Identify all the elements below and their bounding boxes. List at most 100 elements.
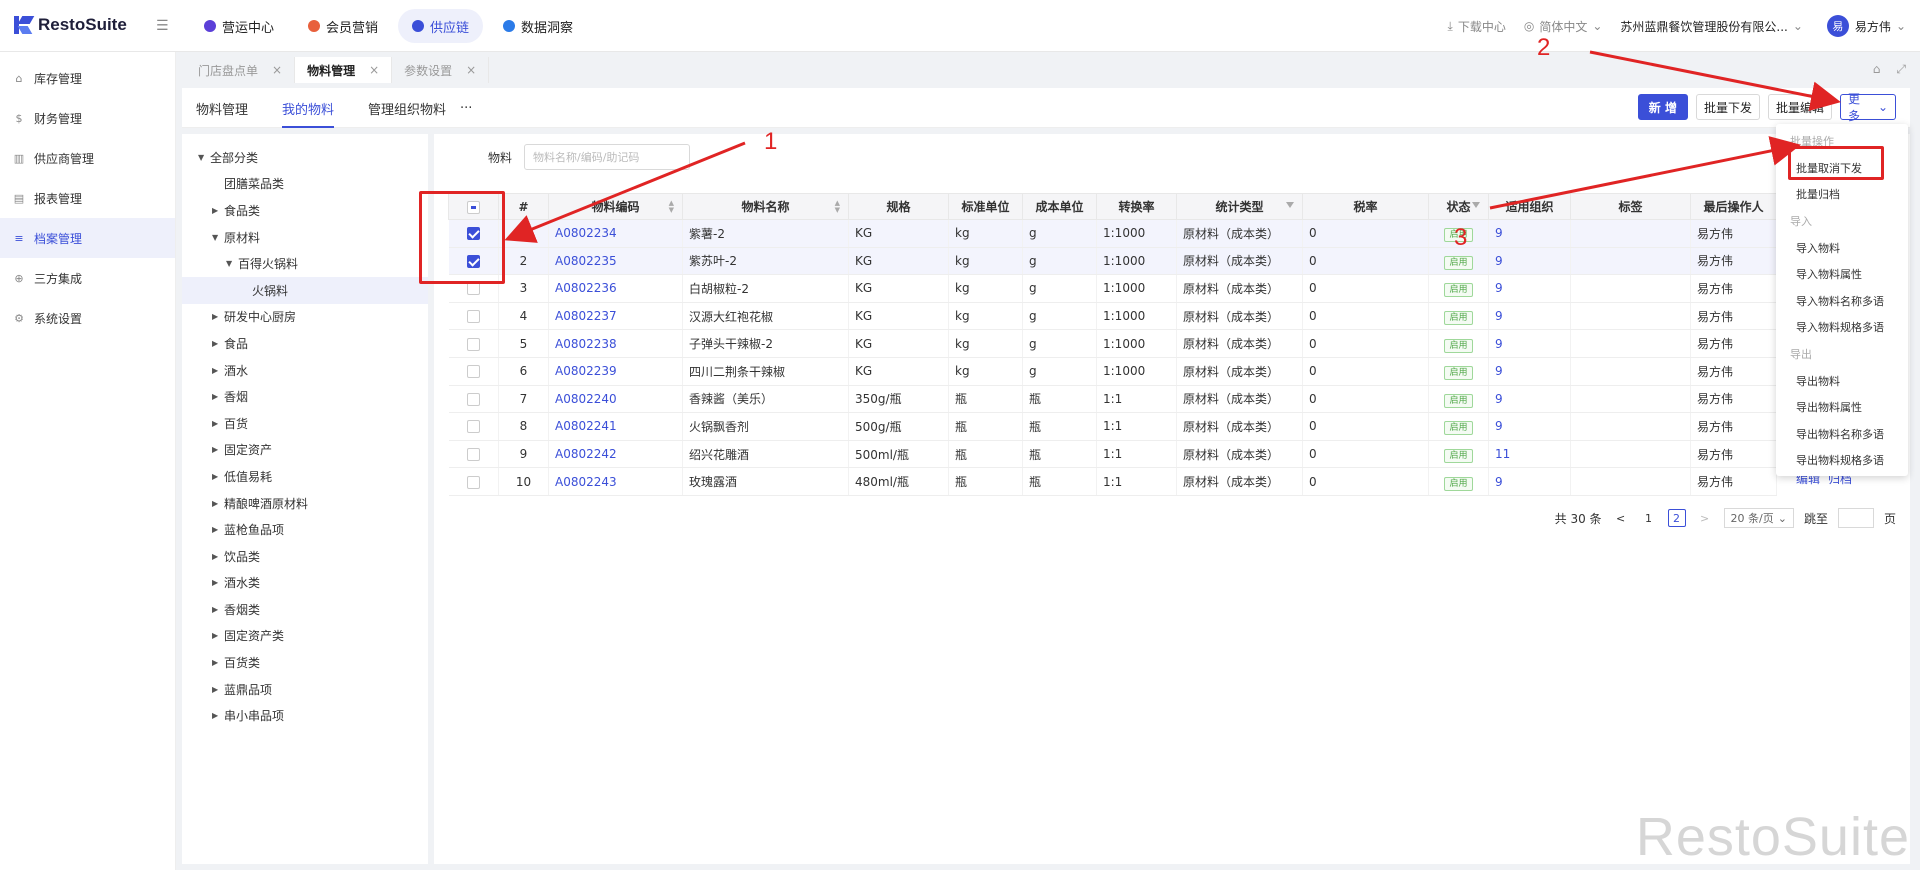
- column-header[interactable]: 税率: [1302, 193, 1429, 220]
- caret-down-icon[interactable]: ▼: [198, 153, 210, 162]
- download-center-link[interactable]: ⤓ 下载中心: [1448, 18, 1506, 35]
- caret-right-icon[interactable]: ▶: [212, 685, 224, 694]
- tree-node[interactable]: ▶ 固定资产类: [182, 623, 428, 650]
- tree-node[interactable]: ▶ 百货类: [182, 649, 428, 676]
- org-count-link[interactable]: 11: [1495, 447, 1510, 461]
- prev-page-button[interactable]: <: [1612, 509, 1630, 527]
- add-button[interactable]: 新 增: [1637, 94, 1688, 120]
- top-nav-item[interactable]: 会员营销: [294, 9, 392, 43]
- column-header[interactable]: 物料名称 ▲ ▼: [682, 193, 849, 220]
- menu-item[interactable]: 批量归档: [1776, 181, 1908, 208]
- org-count-link[interactable]: 9: [1495, 392, 1503, 406]
- row-checkbox[interactable]: [466, 337, 480, 351]
- table-row[interactable]: 1 A0802234 紫薯-2 KG kg g 1:1000 原材料（成本类） 0 启用 9 易方伟: [448, 219, 1777, 248]
- org-count-link[interactable]: 9: [1495, 309, 1503, 323]
- page-tab[interactable]: 参数设置 ×: [392, 57, 490, 83]
- sort-icon[interactable]: ▲ ▼: [669, 200, 674, 214]
- row-checkbox[interactable]: [466, 282, 480, 296]
- tree-node[interactable]: ▶ 食品类: [182, 197, 428, 224]
- page-tab[interactable]: 门店盘点单 ×: [186, 57, 296, 83]
- tree-node[interactable]: ▶ 香烟: [182, 383, 428, 410]
- page-size-select[interactable]: 20 条/页 ⌄: [1723, 508, 1794, 528]
- table-row[interactable]: 4 A0802237 汉源大红袍花椒 KG kg g 1:1000 原材料（成本类） 0 启用 9 易…: [448, 302, 1777, 331]
- column-header[interactable]: 标签: [1570, 193, 1691, 220]
- org-count-link[interactable]: 9: [1495, 226, 1503, 240]
- sub-tab[interactable]: 管理组织物料: [368, 88, 446, 128]
- row-checkbox[interactable]: [466, 310, 480, 324]
- column-header[interactable]: 物料编码 ▲ ▼: [548, 193, 683, 220]
- filter-icon[interactable]: [1472, 202, 1480, 208]
- sidebar-item[interactable]: $ 财务管理: [0, 98, 175, 138]
- sidebar-item[interactable]: ▥ 供应商管理: [0, 138, 175, 178]
- row-checkbox[interactable]: [466, 475, 480, 489]
- caret-right-icon[interactable]: ▶: [212, 631, 224, 640]
- caret-right-icon[interactable]: ▶: [212, 339, 224, 348]
- sort-icon[interactable]: ▲ ▼: [835, 200, 840, 214]
- org-select[interactable]: 苏州蓝鼎餐饮管理股份有限公... ⌄: [1620, 18, 1803, 35]
- column-header[interactable]: 成本单位: [1022, 193, 1097, 220]
- batch-distribute-button[interactable]: 批量下发: [1695, 94, 1760, 120]
- caret-right-icon[interactable]: ▶: [212, 578, 224, 587]
- sub-tabs-more-icon[interactable]: ···: [460, 88, 472, 128]
- material-code-link[interactable]: A0802235: [555, 254, 617, 268]
- column-header[interactable]: 统计类型: [1176, 193, 1303, 220]
- table-row[interactable]: 3 A0802236 白胡椒粒-2 KG kg g 1:1000 原材料（成本类） 0 启用 9 易方…: [448, 274, 1777, 303]
- tree-node[interactable]: ▶ 蓝鼎品项: [182, 676, 428, 703]
- caret-right-icon[interactable]: ▶: [212, 206, 224, 215]
- table-row[interactable]: 7 A0802240 香辣酱（美乐） 350g/瓶瓶瓶 1:1 原材料（成本类） 0 启用 9 易…: [448, 385, 1777, 414]
- tree-node[interactable]: ▶ 食品: [182, 330, 428, 357]
- sidebar-item[interactable]: ≡ 档案管理: [0, 218, 175, 258]
- sidebar-item[interactable]: ▤ 报表管理: [0, 178, 175, 218]
- top-nav-item[interactable]: 供应链: [398, 9, 484, 43]
- tree-node[interactable]: ▶ 饮品类: [182, 543, 428, 570]
- logo[interactable]: RestoSuite: [14, 15, 127, 35]
- tree-node[interactable]: ▶ 酒水: [182, 357, 428, 384]
- material-code-link[interactable]: A0802243: [555, 475, 617, 489]
- sub-tab[interactable]: 我的物料: [282, 88, 335, 128]
- user-menu[interactable]: 易方伟 ⌄: [1855, 18, 1906, 35]
- caret-right-icon[interactable]: ▶: [212, 472, 224, 481]
- material-code-link[interactable]: A0802234: [555, 226, 617, 240]
- menu-item[interactable]: 导入物料规格多语: [1776, 314, 1908, 341]
- sub-tab[interactable]: 物料管理: [196, 88, 248, 128]
- top-nav-item[interactable]: 营运中心: [190, 9, 288, 43]
- column-header[interactable]: 状态: [1428, 193, 1489, 220]
- org-count-link[interactable]: 9: [1495, 254, 1503, 268]
- caret-right-icon[interactable]: ▶: [212, 392, 224, 401]
- tree-node[interactable]: ▶ 蓝枪鱼品项: [182, 516, 428, 543]
- sidebar-item[interactable]: ⊕ 三方集成: [0, 258, 175, 298]
- org-count-link[interactable]: 9: [1495, 281, 1503, 295]
- material-code-link[interactable]: A0802241: [555, 419, 617, 433]
- caret-right-icon[interactable]: ▶: [212, 525, 224, 534]
- column-header[interactable]: #: [498, 193, 549, 220]
- jump-input[interactable]: [1837, 508, 1874, 528]
- table-row[interactable]: 2 A0802235 紫苏叶-2 KG kg g 1:1000 原材料（成本类） 0 启用 9 易方伟: [448, 247, 1777, 276]
- batch-edit-button[interactable]: 批量编辑: [1767, 94, 1832, 120]
- top-nav-item[interactable]: 数据洞察: [489, 9, 587, 43]
- home-icon[interactable]: ⌂: [1873, 62, 1881, 77]
- table-row[interactable]: 10 A0802243 玫瑰露酒 480ml/瓶瓶瓶 1:1 原材料（成本类） 0 启用 9 易方…: [448, 467, 1777, 496]
- fullscreen-icon[interactable]: ⤢: [1896, 62, 1906, 77]
- tree-node[interactable]: ▼ 全部分类: [182, 144, 428, 171]
- tree-node[interactable]: ▶ 精酿啤酒原材料: [182, 490, 428, 517]
- tree-node[interactable]: ▶ 香烟类: [182, 596, 428, 623]
- org-count-link[interactable]: 9: [1495, 337, 1503, 351]
- tree-node[interactable]: ▶ 研发中心厨房: [182, 304, 428, 331]
- caret-right-icon[interactable]: ▶: [212, 366, 224, 375]
- row-checkbox[interactable]: [466, 365, 480, 379]
- tree-node[interactable]: 团膳菜品类: [182, 171, 428, 198]
- tree-node[interactable]: ▶ 酒水类: [182, 570, 428, 597]
- sidebar-item[interactable]: ⚙ 系统设置: [0, 298, 175, 338]
- caret-right-icon[interactable]: ▶: [212, 605, 224, 614]
- language-select[interactable]: ◎ 简体中文 ⌄: [1524, 18, 1603, 35]
- material-code-link[interactable]: A0802237: [555, 309, 617, 323]
- tree-node[interactable]: ▶ 低值易耗: [182, 463, 428, 490]
- menu-item[interactable]: 导入物料名称多语: [1776, 288, 1908, 315]
- column-header[interactable]: 标准单位: [948, 193, 1023, 220]
- next-page-button[interactable]: >: [1696, 509, 1714, 527]
- caret-right-icon[interactable]: ▶: [212, 445, 224, 454]
- sidebar-item[interactable]: ⌂ 库存管理: [0, 58, 175, 98]
- menu-item[interactable]: 导入物料属性: [1776, 261, 1908, 288]
- caret-right-icon[interactable]: ▶: [212, 499, 224, 508]
- table-row[interactable]: 9 A0802242 绍兴花雕酒 500ml/瓶瓶瓶 1:1 原材料（成本类） 0 启用 11 易…: [448, 440, 1777, 469]
